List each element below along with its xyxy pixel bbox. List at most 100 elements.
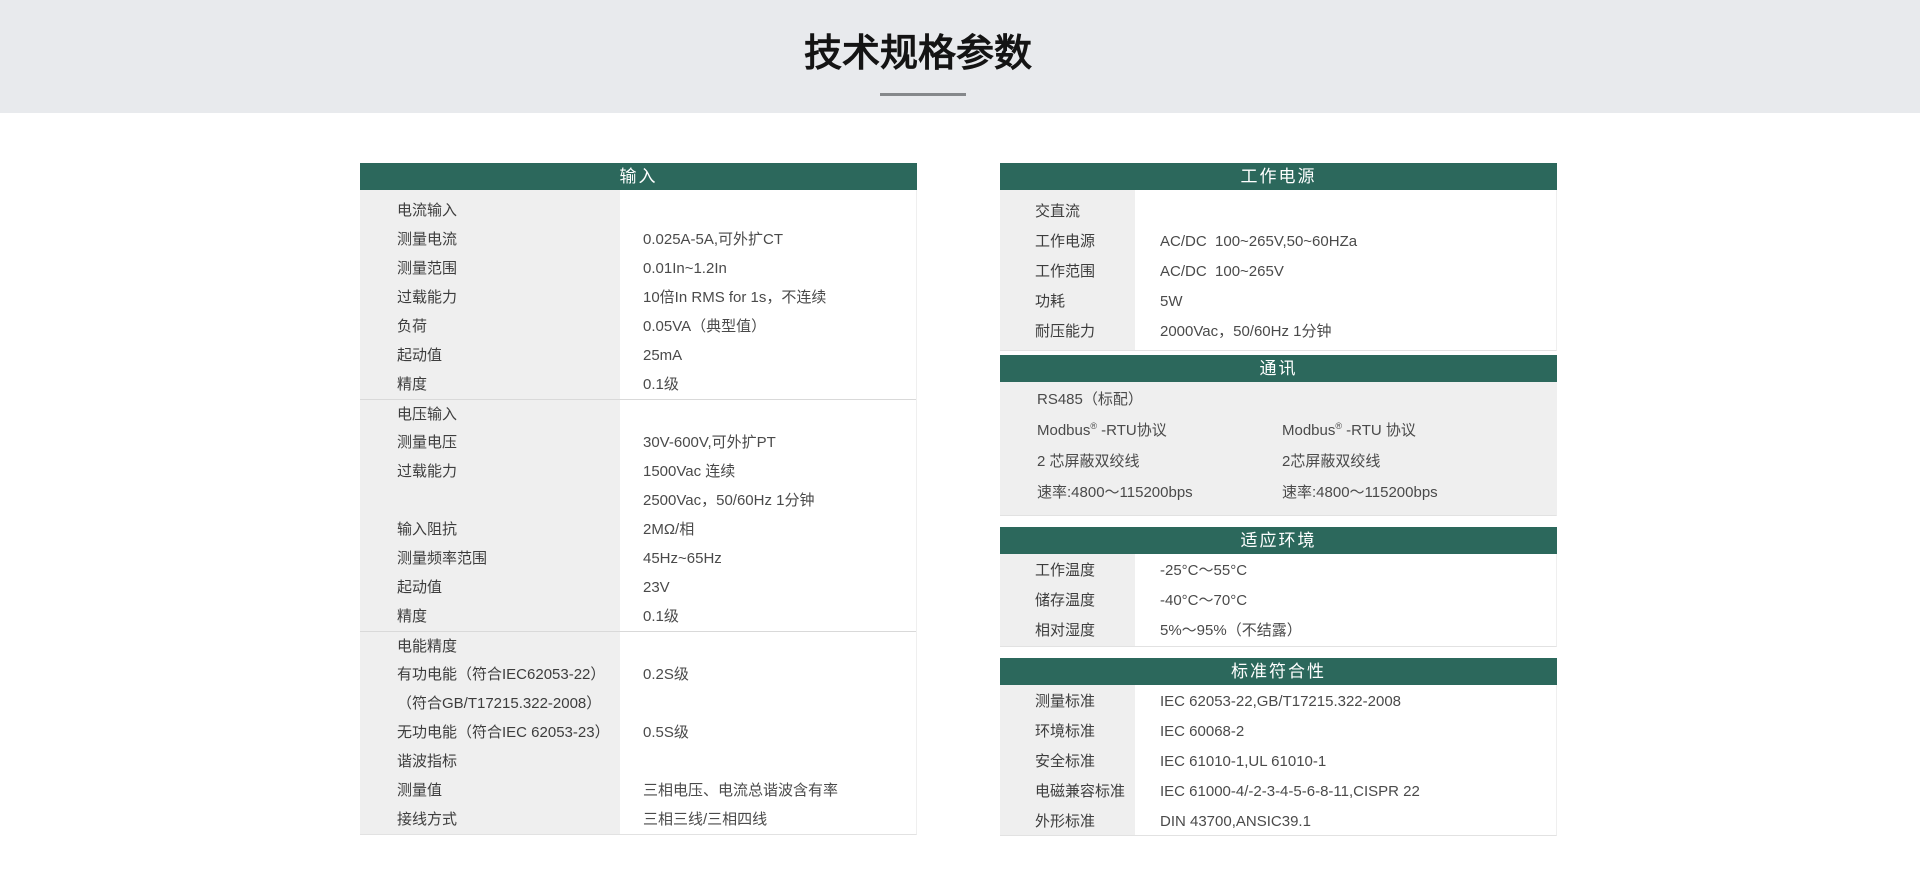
comm-row: Modbus® -RTU协议 Modbus® -RTU 协议	[1000, 415, 1556, 446]
spec-label: 功耗	[1035, 293, 1066, 310]
spec-row: 环境标准 IEC 60068-2	[1000, 717, 1556, 747]
spec-label: 工作范围	[1035, 263, 1096, 280]
spec-value: AC/DC 100~265V,50~60HZa	[1160, 233, 1358, 250]
spec-row: 有功电能（符合IEC62053-22） 0.2S级	[360, 660, 916, 689]
spec-label: 精度	[397, 376, 428, 393]
title-underline	[880, 93, 966, 96]
spec-value: 2500Vac，50/60Hz 1分钟	[643, 492, 815, 509]
spec-label: 测量标准	[1035, 693, 1096, 710]
spec-row: 电磁兼容标准 IEC 61000-4/-2-3-4-5-6-8-11,CISPR …	[1000, 777, 1556, 807]
spec-value	[620, 689, 916, 718]
spec-value: 三相电压、电流总谐波含有率	[643, 782, 839, 799]
spec-label: 电流输入	[397, 202, 458, 219]
spec-row: 谐波指标	[360, 747, 916, 776]
registered-trademark-sup: ®	[1090, 421, 1098, 431]
section-header-comm: 通讯	[1000, 355, 1557, 382]
spec-row: 安全标准 IEC 61010-1,UL 61010-1	[1000, 747, 1556, 777]
spec-value: 0.1级	[643, 376, 679, 393]
comm-cell: 2芯屏蔽双绞线	[1282, 453, 1381, 470]
spec-value: IEC 61010-1,UL 61010-1	[1160, 753, 1327, 770]
spec-label: 工作电源	[1035, 233, 1096, 250]
spec-value: 10倍In RMS for 1s，不连续	[643, 289, 827, 306]
input-table-body: 电流输入 测量电流 0.025A-5A,可外扩CT 测量范围 0.01In~1.2In 过…	[360, 190, 917, 835]
spec-row: （符合GB/T17215.322-2008）	[360, 689, 916, 718]
spec-label: 耐压能力	[1035, 323, 1096, 340]
spec-row: 接线方式 三相三线/三相四线	[360, 805, 916, 834]
spec-row: 负荷 0.05VA（典型值）	[360, 312, 916, 341]
spec-label: 交直流	[1035, 203, 1081, 220]
spec-row: 测量电压 30V-600V,可外扩PT	[360, 428, 916, 457]
spec-value	[620, 400, 916, 428]
page-title: 技术规格参数	[803, 33, 1032, 75]
spec-value: IEC 62053-22,GB/T17215.322-2008	[1160, 693, 1402, 710]
spec-value: 2000Vac，50/60Hz 1分钟	[1160, 323, 1332, 340]
spec-row: 电能精度	[360, 631, 916, 660]
spec-value: -25°C～55°C	[1160, 562, 1248, 579]
spec-row: 精度 0.1级	[360, 602, 916, 631]
communication-table: 通讯 RS485（标配） Modbus® -RTU协议 Modbus® -RTU 协…	[1000, 355, 1557, 516]
section-header-power: 工作电源	[1000, 163, 1557, 190]
comm-row: 2 芯屏蔽双绞线 2芯屏蔽双绞线	[1000, 446, 1556, 477]
spec-label: 电压输入	[397, 406, 458, 423]
comm-cell: Modbus® -RTU 协议	[1282, 421, 1416, 440]
spec-row: 输入阻抗 2MΩ/相	[360, 515, 916, 544]
spec-value	[620, 747, 916, 776]
spec-value: 5W	[1160, 293, 1183, 310]
spec-row: 交直流	[1000, 197, 1556, 227]
spec-label: 测量频率范围	[397, 550, 488, 567]
comm-cell	[1282, 384, 1556, 415]
spec-value: 0.2S级	[643, 666, 689, 683]
spec-row: 精度 0.1级	[360, 370, 916, 399]
spec-label: 电磁兼容标准	[1035, 783, 1126, 800]
environment-table: 适应环境 工作温度 -25°C～55°C 储存温度 -40°C～70°C 相对湿度 5%～…	[1000, 527, 1557, 647]
spec-value	[620, 632, 916, 660]
spec-row: 工作范围 AC/DC 100~265V	[1000, 257, 1556, 287]
spec-label	[360, 486, 620, 515]
comm-cell: 2 芯屏蔽双绞线	[1037, 453, 1140, 470]
spec-label: 输入阻抗	[397, 521, 458, 538]
spec-label: 精度	[397, 608, 428, 625]
spec-label: 起动值	[397, 347, 443, 364]
spec-row: 起动值 25mA	[360, 341, 916, 370]
comm-row: 速率:4800～115200bps 速率:4800～115200bps	[1000, 477, 1556, 508]
spec-label: 相对湿度	[1035, 622, 1096, 639]
comm-cell: Modbus® -RTU协议	[1037, 421, 1167, 440]
title-banner: 技术规格参数	[0, 0, 1920, 113]
spec-row: 工作电源 AC/DC 100~265V,50~60HZa	[1000, 227, 1556, 257]
spec-row: 过载能力 10倍In RMS for 1s，不连续	[360, 283, 916, 312]
spec-value: 0.1级	[643, 608, 679, 625]
spec-value: 1500Vac 连续	[643, 463, 736, 480]
standards-table-body: 测量标准 IEC 62053-22,GB/T17215.322-2008 环境标准 I…	[1000, 685, 1557, 836]
spec-label: 储存温度	[1035, 592, 1096, 609]
spec-label: 电能精度	[397, 638, 458, 655]
spec-value: -40°C～70°C	[1160, 592, 1248, 609]
spec-value: 0.05VA（典型值）	[643, 318, 767, 335]
spec-row: 测量标准 IEC 62053-22,GB/T17215.322-2008	[1000, 687, 1556, 717]
spec-row: 电流输入	[360, 196, 916, 225]
spec-value: IEC 60068-2	[1160, 723, 1245, 740]
spec-value: 5%～95%（不结露）	[1160, 622, 1302, 639]
spec-row: 过载能力 1500Vac 连续	[360, 457, 916, 486]
spec-label: 无功电能（符合IEC 62053-23）	[397, 724, 610, 741]
spec-label: 测量电流	[397, 231, 458, 248]
comm-cell: 速率:4800～115200bps	[1037, 484, 1193, 501]
spec-label: 有功电能（符合IEC62053-22）	[397, 666, 606, 683]
spec-value: 0.01In~1.2In	[643, 260, 727, 277]
spec-label: 负荷	[397, 318, 428, 335]
spec-row: 工作温度 -25°C～55°C	[1000, 556, 1556, 586]
spec-page: 技术规格参数 输入 电流输入 测量电流 0.025A-5A,可外扩CT 测量范围 0.0…	[0, 0, 1920, 882]
comm-cell: 速率:4800～115200bps	[1282, 484, 1438, 501]
section-header-input: 输入	[360, 163, 917, 190]
spec-row: 储存温度 -40°C～70°C	[1000, 586, 1556, 616]
spec-row: 功耗 5W	[1000, 287, 1556, 317]
power-rows: 交直流 工作电源 AC/DC 100~265V,50~60HZa 工作范围 AC/DC …	[1000, 197, 1556, 347]
standards-rows: 测量标准 IEC 62053-22,GB/T17215.322-2008 环境标准 I…	[1000, 687, 1556, 837]
spec-label: 安全标准	[1035, 753, 1096, 770]
spec-row: 起动值 23V	[360, 573, 916, 602]
power-supply-table: 工作电源 交直流 工作电源 AC/DC 100~265V,50~60HZa 工作范围 A…	[1000, 163, 1557, 351]
comm-cell: RS485（标配）	[1037, 391, 1143, 408]
spec-value: 30V-600V,可外扩PT	[643, 434, 776, 451]
spec-row: 测量范围 0.01In~1.2In	[360, 254, 916, 283]
spec-value	[620, 196, 916, 225]
spec-value: IEC 61000-4/-2-3-4-5-6-8-11,CISPR 22	[1160, 783, 1420, 800]
